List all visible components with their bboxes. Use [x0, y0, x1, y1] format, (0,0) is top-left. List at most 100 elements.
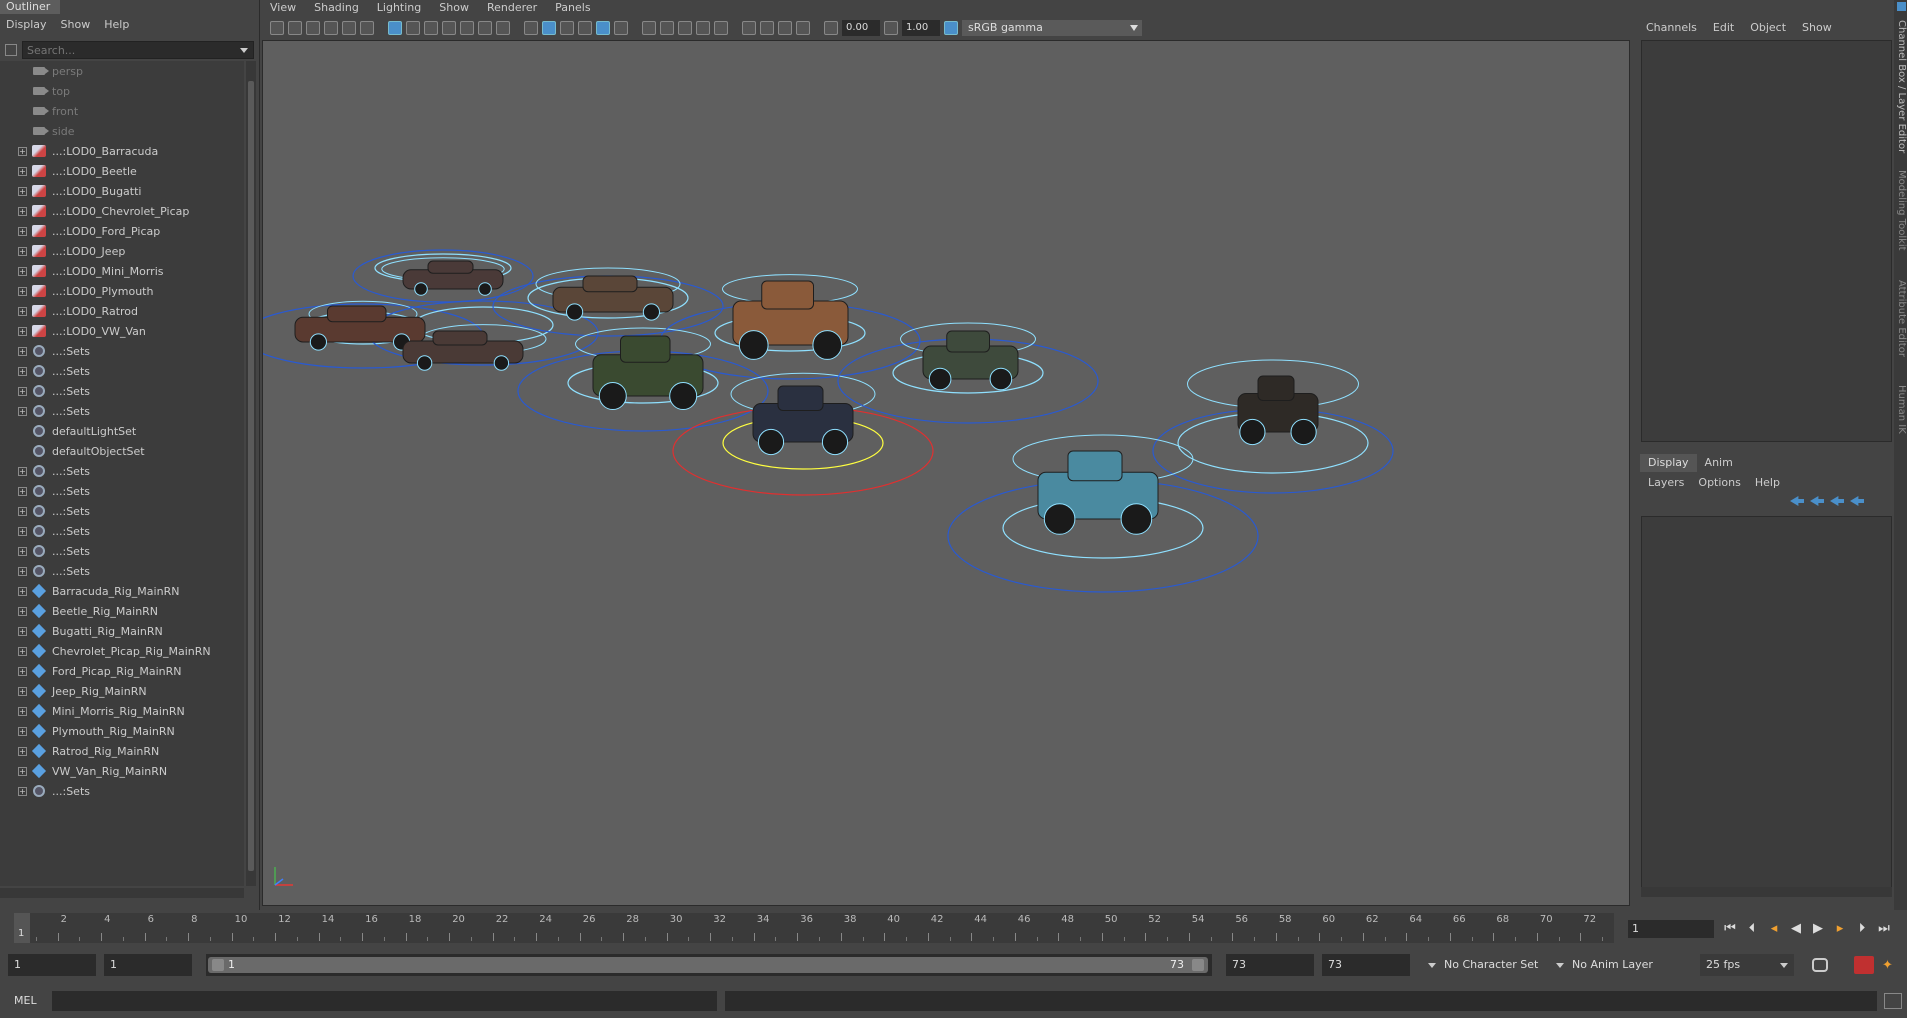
exposure-field[interactable]: 0.00 — [842, 20, 880, 36]
outliner-item[interactable]: + ...:Sets — [0, 501, 244, 521]
outliner-menu-help[interactable]: Help — [104, 16, 129, 34]
outliner-vertical-scrollbar[interactable] — [246, 61, 256, 886]
ambient-occlusion-icon[interactable] — [660, 21, 674, 35]
outliner-item[interactable]: defaultLightSet — [0, 421, 244, 441]
range-slider-thumb[interactable]: 1 73 — [208, 957, 1208, 973]
expand-icon[interactable]: + — [18, 466, 27, 476]
anti-aliasing-icon[interactable] — [696, 21, 710, 35]
color-management-icon[interactable] — [944, 21, 958, 35]
outliner-item[interactable]: + ...:LOD0_Plymouth — [0, 281, 244, 301]
isolate-select-icon[interactable] — [742, 21, 756, 35]
wireframe-icon[interactable] — [524, 21, 538, 35]
vehicle-model[interactable] — [732, 280, 849, 360]
default-material-icon[interactable] — [560, 21, 574, 35]
outliner-item[interactable]: + ...:LOD0_Chevrolet_Picap — [0, 201, 244, 221]
expand-icon[interactable]: + — [18, 786, 27, 796]
xray-icon[interactable] — [760, 21, 774, 35]
outliner-item[interactable]: + Barracuda_Rig_MainRN — [0, 581, 244, 601]
play-backwards-icon[interactable]: ◀ — [1788, 922, 1804, 936]
motion-blur-icon[interactable] — [678, 21, 692, 35]
grid-icon[interactable] — [388, 21, 402, 35]
outliner-item[interactable]: + Mini_Morris_Rig_MainRN — [0, 701, 244, 721]
outliner-item[interactable]: front — [0, 101, 244, 121]
outliner-item[interactable]: + ...:Sets — [0, 481, 244, 501]
bookmark-icon[interactable] — [306, 21, 320, 35]
expand-icon[interactable]: + — [18, 646, 27, 656]
expand-icon[interactable]: + — [18, 366, 27, 376]
backface-culling-icon[interactable] — [796, 21, 810, 35]
anim-layer-select[interactable]: No Anim Layer — [1548, 954, 1672, 976]
range-slider[interactable]: 1 73 — [206, 954, 1212, 976]
expand-icon[interactable]: + — [18, 626, 27, 636]
expand-icon[interactable]: + — [18, 546, 27, 556]
expand-icon[interactable]: + — [18, 206, 27, 216]
expand-icon[interactable]: + — [18, 146, 27, 156]
layer-editor-scrollbar[interactable] — [1641, 887, 1892, 897]
expand-icon[interactable]: + — [18, 726, 27, 736]
field-chart-icon[interactable] — [460, 21, 474, 35]
expand-icon[interactable]: + — [18, 226, 27, 236]
new-empty-layer-icon[interactable] — [1830, 496, 1844, 506]
script-editor-icon[interactable] — [1884, 993, 1902, 1009]
play-forwards-icon[interactable]: ▶ — [1810, 922, 1826, 936]
playback-end-field[interactable]: 73 — [1226, 954, 1314, 976]
outliner-item[interactable]: + ...:Sets — [0, 341, 244, 361]
vehicle-model[interactable] — [1037, 450, 1159, 535]
outliner-item[interactable]: + ...:Sets — [0, 461, 244, 481]
smooth-shade-icon[interactable] — [542, 21, 556, 35]
depth-of-field-icon[interactable] — [714, 21, 728, 35]
expand-icon[interactable]: + — [18, 506, 27, 516]
vehicle-model[interactable] — [1237, 375, 1319, 446]
tab-human-ik[interactable]: Human IK — [1894, 385, 1907, 434]
outliner-filter-icon[interactable] — [5, 44, 17, 56]
character-set-select[interactable]: No Character Set — [1420, 954, 1544, 976]
resolution-gate-icon[interactable] — [424, 21, 438, 35]
outliner-item[interactable]: + ...:Sets — [0, 361, 244, 381]
gamma-field[interactable]: 1.00 — [902, 20, 940, 36]
outliner-item[interactable]: + Bugatti_Rig_MainRN — [0, 621, 244, 641]
outliner-item[interactable]: + ...:Sets — [0, 561, 244, 581]
mel-input[interactable] — [52, 991, 717, 1011]
move-layer-up-icon[interactable] — [1790, 496, 1804, 506]
outliner-item[interactable]: + VW_Van_Rig_MainRN — [0, 761, 244, 781]
outliner-horizontal-scrollbar[interactable] — [0, 888, 244, 898]
outliner-menu-display[interactable]: Display — [6, 16, 47, 34]
outliner-item[interactable]: + ...:LOD0_Ratrod — [0, 301, 244, 321]
outliner-item[interactable]: side — [0, 121, 244, 141]
expand-icon[interactable]: + — [18, 686, 27, 696]
animation-prefs-icon[interactable]: ✦ — [1882, 958, 1898, 973]
2d-pan-zoom-icon[interactable] — [360, 21, 374, 35]
tab-anim-layers[interactable]: Anim — [1697, 454, 1741, 472]
expand-icon[interactable]: + — [18, 306, 27, 316]
gamma-icon[interactable] — [884, 21, 898, 35]
outliner-item[interactable]: + ...:LOD0_Bugatti — [0, 181, 244, 201]
outliner-item[interactable]: + ...:Sets — [0, 521, 244, 541]
grease-pencil-icon[interactable] — [342, 21, 356, 35]
channel-box-menu-channels[interactable]: Channels — [1646, 18, 1697, 38]
outliner-item[interactable]: + Ford_Picap_Rig_MainRN — [0, 661, 244, 681]
expand-icon[interactable]: + — [18, 386, 27, 396]
outliner-item[interactable]: + ...:Sets — [0, 781, 244, 801]
exposure-icon[interactable] — [824, 21, 838, 35]
tab-modeling-toolkit[interactable]: Modeling Toolkit — [1894, 170, 1907, 251]
expand-icon[interactable]: + — [18, 586, 27, 596]
expand-icon[interactable]: + — [18, 566, 27, 576]
3d-viewport[interactable] — [262, 40, 1630, 906]
expand-icon[interactable]: + — [18, 766, 27, 776]
wireframe-on-shaded-icon[interactable] — [578, 21, 592, 35]
expand-icon[interactable]: + — [18, 746, 27, 756]
search-dropdown-icon[interactable] — [240, 48, 248, 53]
layer-menu-layers[interactable]: Layers — [1648, 473, 1684, 493]
outliner-item[interactable]: + ...:Sets — [0, 401, 244, 421]
loop-icon[interactable] — [1812, 958, 1828, 972]
expand-icon[interactable]: + — [18, 526, 27, 536]
tab-attribute-editor[interactable]: Attribute Editor — [1894, 280, 1907, 357]
channel-box-menu-show[interactable]: Show — [1802, 18, 1832, 38]
xray-joints-icon[interactable] — [778, 21, 792, 35]
tab-channel-box-layer-editor[interactable]: Channel Box / Layer Editor — [1894, 20, 1907, 153]
expand-icon[interactable]: + — [18, 326, 27, 336]
expand-icon[interactable]: + — [18, 266, 27, 276]
view-transform-select[interactable]: sRGB gamma — [962, 20, 1142, 36]
playback-start-field[interactable]: 1 — [104, 954, 192, 976]
step-back-key-icon[interactable]: ◂ — [1766, 922, 1782, 936]
